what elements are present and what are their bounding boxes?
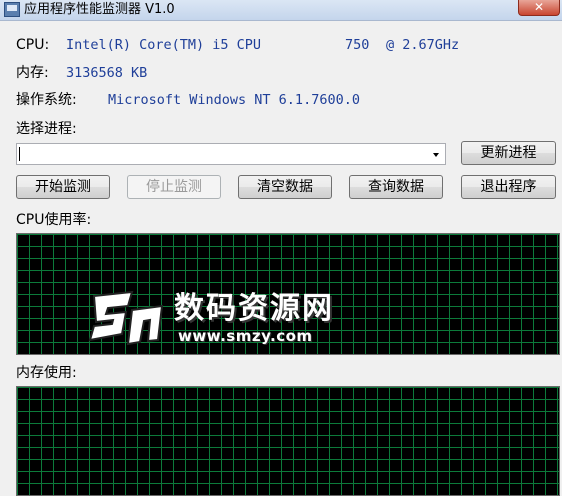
watermark-logo-icon xyxy=(88,290,164,346)
cpu-name-value: Intel(R) Core(TM) i5 CPU xyxy=(66,37,262,53)
memory-usage-graph xyxy=(16,386,560,496)
process-select-label: 选择进程: xyxy=(16,121,77,137)
clear-data-button[interactable]: 清空数据 xyxy=(238,175,332,199)
chevron-down-icon[interactable] xyxy=(433,153,439,157)
memory-usage-label: 内存使用: xyxy=(16,365,77,381)
watermark-url: www.smzy.com xyxy=(178,327,313,345)
cpu-label: CPU: xyxy=(16,37,50,53)
app-monitor-icon xyxy=(4,2,20,17)
refresh-process-button[interactable]: 更新进程 xyxy=(461,141,556,165)
close-button[interactable]: ✕ xyxy=(518,0,560,16)
os-label: 操作系统: xyxy=(16,92,77,108)
title-bar: 应用程序性能监测器 V1.0 ✕ xyxy=(0,0,562,21)
cpu-frequency-value: @ 2.67GHz xyxy=(386,37,460,53)
stop-monitor-button[interactable]: 停止监测 xyxy=(127,175,221,199)
process-select-dropdown[interactable] xyxy=(16,143,446,165)
text-caret xyxy=(19,147,20,161)
query-data-button[interactable]: 查询数据 xyxy=(349,175,443,199)
watermark-text: 数码资源网 xyxy=(174,291,334,326)
start-monitor-button[interactable]: 开始监测 xyxy=(16,175,110,199)
cpu-usage-label: CPU使用率: xyxy=(16,212,92,228)
cpu-mhz-value: 750 xyxy=(345,37,370,53)
memory-value: 3136568 KB xyxy=(66,65,148,81)
exit-program-button[interactable]: 退出程序 xyxy=(461,175,556,199)
os-value: Microsoft Windows NT 6.1.7600.0 xyxy=(108,92,360,108)
window-title: 应用程序性能监测器 V1.0 xyxy=(24,2,175,17)
memory-label: 内存: xyxy=(16,65,49,81)
